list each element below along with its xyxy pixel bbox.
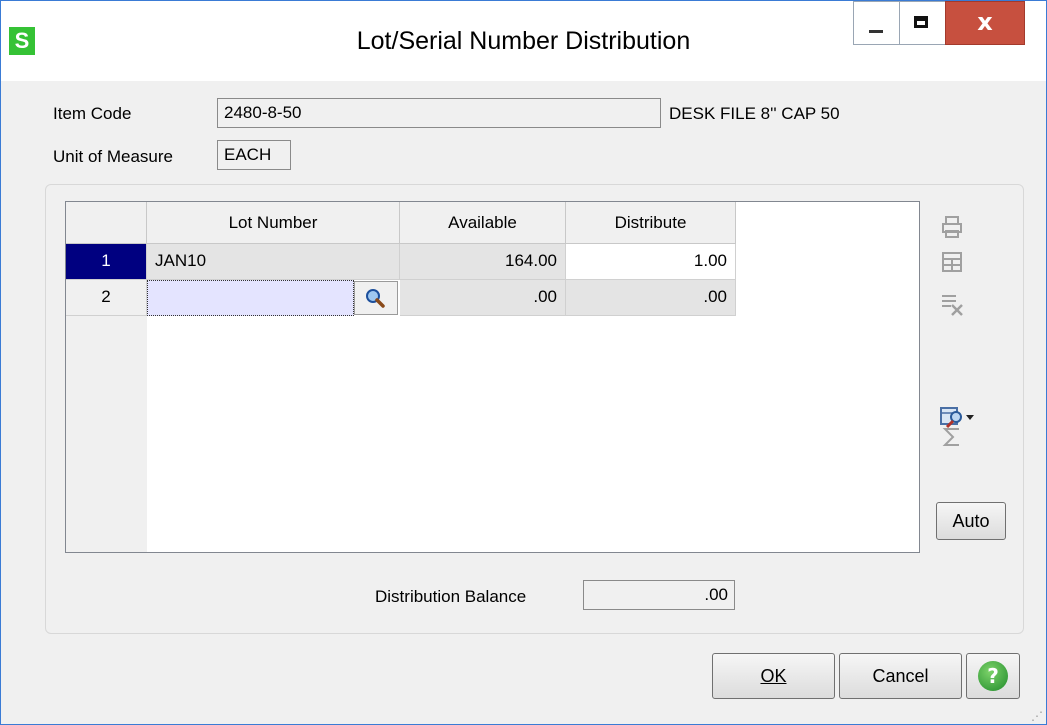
maximize-icon (914, 16, 928, 28)
ok-button[interactable]: OK (712, 653, 835, 699)
distribution-balance-label: Distribution Balance (375, 587, 527, 606)
item-description: DESK FILE 8'' CAP 50 (669, 104, 840, 123)
magnifier-icon (366, 289, 385, 308)
auto-button[interactable]: Auto (936, 502, 1006, 540)
close-button[interactable]: x (945, 1, 1025, 45)
row-number[interactable]: 2 (66, 280, 147, 316)
item-code-field[interactable]: 2480-8-50 (217, 98, 661, 128)
distribute-cell[interactable]: 1.00 (566, 244, 736, 280)
chevron-down-icon[interactable] (963, 404, 977, 430)
lot-lookup-button[interactable] (354, 281, 398, 315)
print-icon[interactable] (939, 214, 965, 240)
help-button[interactable]: ? (966, 653, 1020, 699)
delete-row-icon[interactable] (939, 291, 965, 317)
col-header-lot-number[interactable]: Lot Number (147, 202, 400, 244)
app-icon[interactable]: S (9, 27, 35, 55)
available-cell: .00 (400, 280, 566, 316)
resize-grip-icon[interactable]: ⋰ (1031, 710, 1043, 722)
totals-icon[interactable] (939, 424, 965, 450)
cancel-button[interactable]: Cancel (839, 653, 962, 699)
item-code-label: Item Code (53, 104, 132, 123)
minimize-icon (869, 30, 883, 33)
corner-header[interactable] (66, 202, 147, 244)
lot-number-cell[interactable]: JAN10 (147, 244, 400, 280)
minimize-button[interactable] (853, 1, 901, 45)
distribute-cell[interactable]: .00 (566, 280, 736, 316)
help-icon: ? (978, 661, 1008, 691)
maximize-button[interactable] (899, 1, 947, 45)
dialog-window: S Lot/Serial Number Distribution x Item … (0, 0, 1047, 725)
distribution-balance-field: .00 (583, 580, 735, 610)
col-header-distribute[interactable]: Distribute (566, 202, 736, 244)
lot-grid[interactable]: Lot Number Available Distribute 1 JAN10 … (65, 201, 920, 553)
lot-number-input[interactable] (147, 280, 354, 316)
available-cell: 164.00 (400, 244, 566, 280)
close-icon: x (977, 8, 993, 36)
grid-view-icon[interactable] (939, 249, 965, 275)
col-header-available[interactable]: Available (400, 202, 566, 244)
title-bar: S Lot/Serial Number Distribution x (1, 1, 1046, 81)
uom-label: Unit of Measure (53, 147, 173, 166)
uom-field: EACH (217, 140, 291, 170)
row-number[interactable]: 1 (66, 244, 147, 280)
